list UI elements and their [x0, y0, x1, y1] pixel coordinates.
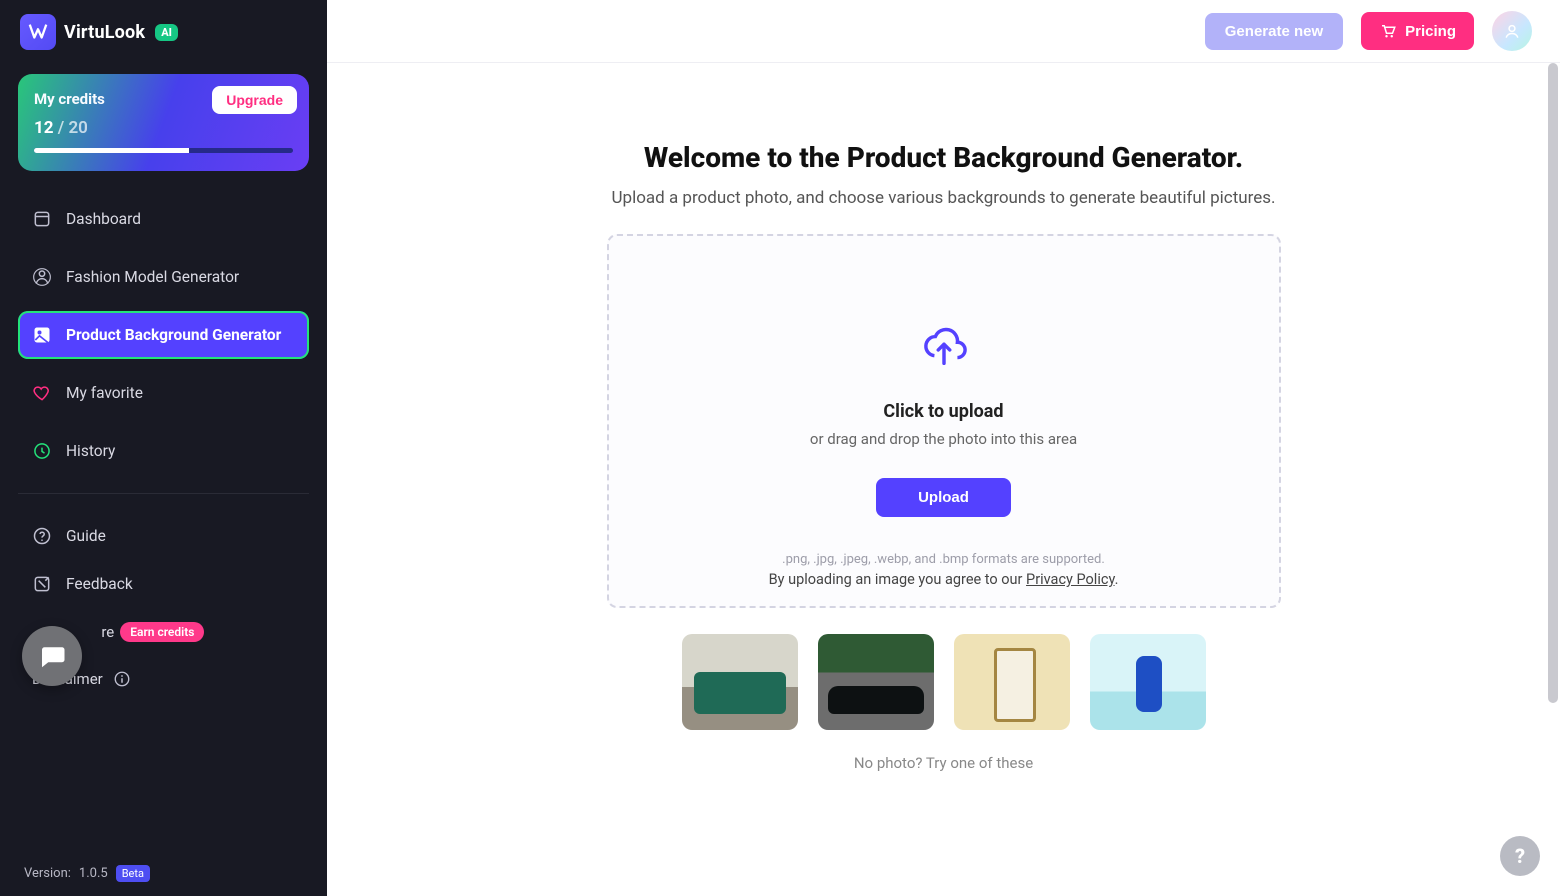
cart-icon	[1379, 22, 1397, 40]
avatar[interactable]	[1492, 11, 1532, 51]
samples-label: No photo? Try one of these	[854, 754, 1033, 772]
person-icon	[32, 267, 52, 287]
credits-used: 12	[34, 118, 54, 138]
ai-badge: AI	[155, 24, 178, 41]
dropzone-footer: .png, .jpg, .jpeg, .webp, and .bmp forma…	[769, 552, 1119, 588]
sidebar-item-label: Guide	[66, 527, 106, 545]
product-bg-icon	[32, 325, 52, 345]
brand-row: VirtuLook AI	[18, 14, 309, 50]
dashboard-icon	[32, 209, 52, 229]
earn-credits-badge: Earn credits	[120, 622, 204, 642]
upload-button[interactable]: Upload	[876, 478, 1011, 517]
chat-fab[interactable]	[22, 626, 82, 686]
sidebar-item-label: Fashion Model Generator	[66, 268, 239, 286]
sidebar: VirtuLook AI My credits Upgrade 12 / 20 …	[0, 0, 327, 896]
pricing-button[interactable]: Pricing	[1361, 12, 1474, 50]
question-mark-icon: ?	[1515, 844, 1525, 868]
scrollbar-track[interactable]	[1546, 63, 1560, 896]
version-number: 1.0.5	[79, 866, 108, 881]
sidebar-item-feedback[interactable]: Feedback	[18, 560, 309, 608]
primary-nav: Dashboard Fashion Model Generator Produc…	[18, 195, 309, 475]
pricing-label: Pricing	[1405, 23, 1456, 40]
cloud-upload-icon	[921, 325, 967, 375]
brand-name: VirtuLook	[64, 22, 145, 43]
user-icon	[1502, 21, 1522, 41]
sidebar-item-product-bg[interactable]: Product Background Generator	[18, 311, 309, 359]
credits-sep: /	[58, 118, 69, 138]
agree-text: By uploading an image you agree to our P…	[769, 571, 1119, 588]
supported-formats: .png, .jpg, .jpeg, .webp, and .bmp forma…	[769, 552, 1119, 567]
upload-dropzone[interactable]: Click to upload or drag and drop the pho…	[607, 234, 1281, 608]
nav-divider	[18, 493, 309, 494]
sidebar-item-label: My favorite	[66, 384, 143, 402]
sample-perfume[interactable]	[954, 634, 1070, 730]
agree-suffix: .	[1115, 571, 1119, 588]
credits-progress	[34, 148, 293, 153]
credits-total: 20	[68, 118, 87, 138]
sidebar-item-label: History	[66, 442, 115, 460]
credits-card: My credits Upgrade 12 / 20	[18, 74, 309, 171]
page-title: Welcome to the Product Background Genera…	[644, 141, 1243, 174]
content: Welcome to the Product Background Genera…	[327, 63, 1560, 896]
sidebar-item-history[interactable]: History	[18, 427, 309, 475]
agree-prefix: By uploading an image you agree to our	[769, 571, 1026, 588]
help-fab[interactable]: ?	[1500, 836, 1540, 876]
sidebar-item-fashion[interactable]: Fashion Model Generator	[18, 253, 309, 301]
main: Generate new Pricing Welcome to the Prod…	[327, 0, 1560, 896]
sidebar-item-label: Dashboard	[66, 210, 141, 228]
chat-icon	[37, 641, 67, 671]
sample-cup[interactable]	[1090, 634, 1206, 730]
credits-count: 12 / 20	[34, 118, 293, 138]
upgrade-button[interactable]: Upgrade	[212, 86, 297, 114]
page-subtitle: Upload a product photo, and choose vario…	[612, 188, 1276, 208]
generate-new-button[interactable]: Generate new	[1205, 13, 1343, 50]
dropzone-subtitle: or drag and drop the photo into this are…	[810, 430, 1077, 448]
sample-row	[682, 634, 1206, 730]
topbar: Generate new Pricing	[327, 0, 1560, 63]
sidebar-item-label: Product Background Generator	[66, 326, 281, 344]
version-prefix: Version:	[24, 866, 71, 881]
brand-logo	[20, 14, 56, 50]
sample-car[interactable]	[818, 634, 934, 730]
scrollbar-thumb[interactable]	[1548, 63, 1558, 703]
feedback-icon	[32, 574, 52, 594]
brand-icon	[27, 21, 49, 43]
info-icon	[113, 670, 131, 688]
sidebar-item-guide[interactable]: Guide	[18, 512, 309, 560]
share-partial-label: re	[101, 623, 114, 641]
sample-sofa[interactable]	[682, 634, 798, 730]
credits-progress-fill	[34, 148, 189, 153]
guide-icon	[32, 526, 52, 546]
dropzone-title: Click to upload	[883, 401, 1003, 422]
version-row: Version: 1.0.5 Beta	[18, 855, 309, 886]
sidebar-item-favorite[interactable]: My favorite	[18, 369, 309, 417]
history-icon	[32, 441, 52, 461]
sidebar-item-dashboard[interactable]: Dashboard	[18, 195, 309, 243]
sidebar-item-label: Feedback	[66, 575, 133, 593]
beta-badge: Beta	[116, 865, 150, 882]
heart-icon	[32, 383, 52, 403]
privacy-policy-link[interactable]: Privacy Policy	[1026, 571, 1115, 588]
